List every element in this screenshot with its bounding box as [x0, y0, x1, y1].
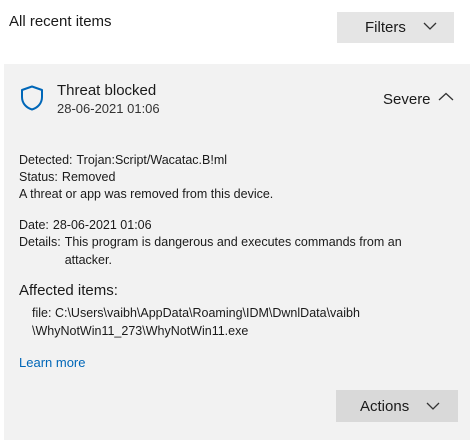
- chevron-up-icon[interactable]: [438, 92, 454, 102]
- page-title: All recent items: [9, 13, 112, 30]
- status-row: Status: Removed: [19, 169, 273, 186]
- details-value: This program is dangerous and executes c…: [64, 235, 402, 267]
- status-label: Status:: [19, 170, 58, 184]
- threat-title: Threat blocked: [57, 82, 157, 99]
- affected-items-title: Affected items:: [19, 282, 118, 299]
- detected-value: Trojan:Script/Wacatac.B!ml: [76, 153, 228, 167]
- protection-history-page: All recent items Filters Threat blocked …: [0, 0, 474, 444]
- severity-label: Severe: [383, 91, 431, 108]
- file-path-part-1: C:\Users\vaibh\AppData\Roaming\IDM\DwnlD…: [54, 306, 360, 320]
- date-label: Date:: [19, 218, 49, 232]
- filters-label: Filters: [365, 19, 406, 36]
- file-path-line-1: file: C:\Users\vaibh\AppData\Roaming\IDM…: [32, 304, 452, 322]
- chevron-down-icon: [423, 22, 437, 30]
- chevron-down-icon: [426, 402, 440, 410]
- detection-info: Detected: Trojan:Script/Wacatac.B!ml Sta…: [19, 152, 273, 203]
- status-note: A threat or app was removed from this de…: [19, 187, 274, 201]
- threat-card: Threat blocked 28-06-2021 01:06 Severe D…: [4, 64, 470, 440]
- details-label: Details:: [19, 235, 61, 249]
- file-label: file:: [32, 306, 52, 320]
- filters-button[interactable]: Filters: [337, 12, 454, 43]
- learn-more-link[interactable]: Learn more: [19, 355, 85, 370]
- file-path-part-2: \WhyNotWin11_273\WhyNotWin11.exe: [32, 324, 249, 338]
- affected-file: file: C:\Users\vaibh\AppData\Roaming\IDM…: [32, 304, 452, 340]
- detected-row: Detected: Trojan:Script/Wacatac.B!ml: [19, 152, 273, 169]
- threat-date: 28-06-2021 01:06: [57, 101, 160, 116]
- date-info: Date: 28-06-2021 01:06: [19, 217, 152, 234]
- actions-label: Actions: [360, 397, 410, 415]
- threat-card-header[interactable]: Threat blocked 28-06-2021 01:06 Severe: [4, 64, 470, 130]
- date-row: Date: 28-06-2021 01:06: [19, 217, 152, 234]
- detected-label: Detected:: [19, 153, 73, 167]
- shield-icon: [21, 85, 43, 111]
- details-row: Details: This program is dangerous and e…: [19, 233, 413, 269]
- date-value: 28-06-2021 01:06: [52, 218, 152, 232]
- status-value: Removed: [61, 170, 116, 184]
- actions-button[interactable]: Actions: [336, 390, 458, 422]
